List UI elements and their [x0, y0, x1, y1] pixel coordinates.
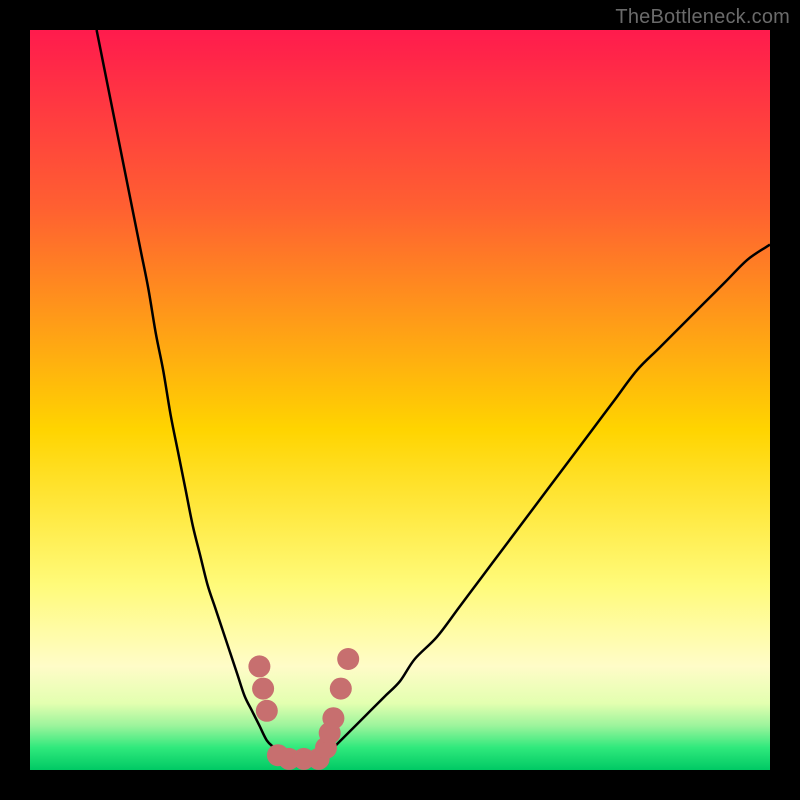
chart-svg — [30, 30, 770, 770]
watermark-text: TheBottleneck.com — [615, 6, 790, 29]
chart-frame: TheBottleneck.com — [0, 0, 800, 800]
marker-dot — [256, 700, 278, 722]
gradient-background — [30, 30, 770, 770]
marker-dot — [337, 648, 359, 670]
plot-area — [30, 30, 770, 770]
marker-dot — [248, 655, 270, 677]
marker-dot — [252, 678, 274, 700]
marker-dot — [322, 707, 344, 729]
marker-dot — [330, 678, 352, 700]
